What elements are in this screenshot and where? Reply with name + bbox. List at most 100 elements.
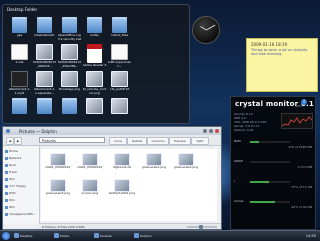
system-info-line: Uptime: 0:42: [234, 128, 254, 132]
usage-bar-row: / 47% of 15 GB: [234, 179, 312, 189]
split-button[interactable]: Split: [191, 137, 209, 145]
desktop-file-icon[interactable]: [7, 98, 32, 125]
back-button[interactable]: ◀: [6, 137, 14, 145]
desktop-file-icon[interactable]: cfe_pathE.tif: [107, 71, 132, 98]
file-item[interactable]: cta01_20090120_092.jpg: [77, 153, 103, 173]
desktop-file-label: 1.ods: [15, 61, 24, 64]
desktop-file-icon[interactable]: Birostage.png: [57, 71, 82, 98]
file-item[interactable]: digikam4.db: [109, 153, 135, 173]
usage-bar-value: 62% of 90 GB: [291, 205, 312, 209]
close-button[interactable]: [215, 129, 219, 133]
usage-bar-track: [250, 180, 290, 183]
details-view-button[interactable]: Details: [127, 137, 147, 145]
zoom-slider-handle[interactable]: [199, 225, 203, 229]
file-item[interactable]: cta01_20090120_091.jpg: [45, 153, 71, 173]
file-item[interactable]: screen.png: [77, 179, 103, 199]
sidebar-place-item[interactable]: Win: [5, 205, 15, 210]
desktop-file-icon[interactable]: 1.ods: [7, 44, 32, 71]
img-icon: [86, 98, 103, 114]
task-app-icon: [54, 233, 59, 238]
usage-bar-track: [250, 200, 290, 203]
place-icon: [5, 212, 8, 216]
file-label: twitter10001.png: [109, 192, 135, 195]
img-icon: [86, 71, 103, 87]
taskbar-task-button[interactable]: Desktop: [14, 233, 32, 240]
desktop-file-label: [58, 115, 82, 122]
file-item[interactable]: twitter10001.png: [109, 179, 135, 199]
desktop-file-label: OpenOffice.org 3.2 (en-US) Installation.…: [57, 34, 82, 41]
note-text[interactable]: Things to save: a lot on ubiquity and el…: [251, 48, 311, 56]
usage-bar-fill: [250, 140, 260, 143]
sidebar-place-label: Root: [9, 163, 16, 167]
kickoff-menu-icon[interactable]: [2, 232, 10, 240]
file-view: cta01_20090120_091.jpg cta01_20090120_092…: [41, 149, 217, 221]
desktop-file-icon[interactable]: matrix_files: [107, 17, 132, 44]
icons-view-button[interactable]: Icons: [109, 137, 127, 145]
task-label: Folder: [60, 233, 70, 238]
image-thumbnail-icon: [114, 153, 130, 166]
empty-slot: [132, 44, 157, 71]
window-titlebar[interactable]: Pictures — Dolphin: [3, 127, 221, 135]
breadcrumb[interactable]: Pictures: [39, 137, 105, 143]
folder-icon: [112, 17, 127, 33]
sidebar-place-item[interactable]: management65...: [5, 212, 36, 217]
desktop-file-icon[interactable]: OpenOffice.org 3.2 (en-US) Installation.…: [57, 17, 82, 44]
desktop-file-label: Birostage.png: [59, 88, 80, 91]
desktop-file-icon[interactable]: SCR/DCB09972_256x256...: [57, 44, 82, 71]
desktop-file-icon[interactable]: A/PP experiment...: [107, 44, 132, 71]
sidebar-place-item[interactable]: DVD: [5, 191, 16, 196]
desktop-file-label: [83, 115, 107, 122]
desktop-file-icon[interactable]: attachment-1.1.mp3: [7, 71, 32, 98]
desktop-file-icon[interactable]: gps: [7, 17, 32, 44]
sidebar-place-item[interactable]: Network: [5, 156, 22, 161]
desktop-file-icon[interactable]: kdebluetooth: [32, 17, 57, 44]
desktop-file-icon[interactable]: [32, 98, 57, 125]
file-item[interactable]: greenview1.png: [141, 153, 167, 173]
desktop-file-icon[interactable]: [57, 98, 82, 125]
sidebar-place-item[interactable]: 3.5" Floppy: [5, 184, 26, 189]
sidebar-place-item[interactable]: Trash: [5, 170, 17, 175]
zoom-slider[interactable]: [187, 225, 217, 229]
columns-view-button[interactable]: Columns: [147, 137, 169, 145]
taskbar-task-button[interactable]: Dolphin: [134, 233, 152, 240]
img-icon: [36, 44, 53, 60]
desktop-file-label: SCR/DCB09972_256x256...: [57, 61, 82, 68]
clock-minute-hand: [206, 24, 216, 31]
desktop-file-icon[interactable]: SCR/DCB09972_080225...: [32, 44, 57, 71]
desktop-file-label: kuitty: [90, 34, 99, 37]
taskbar-clock[interactable]: 14:55: [306, 232, 316, 240]
desktop-file-label: gps: [16, 34, 23, 37]
file-item[interactable]: greenview3.png: [45, 179, 71, 199]
file-item[interactable]: greenview2.png: [173, 153, 199, 173]
folder-icon: [62, 17, 77, 33]
desktop-file-label: [8, 115, 32, 122]
place-icon: [5, 163, 8, 167]
minimize-button[interactable]: [203, 129, 207, 133]
desktop-file-icon[interactable]: Adobe Reader 9: [82, 44, 107, 71]
desktop-file-icon[interactable]: bt_remote_control.png: [82, 71, 107, 98]
sidebar-place-item[interactable]: Root: [5, 163, 16, 168]
maximize-button[interactable]: [209, 129, 213, 133]
place-icon: [5, 205, 8, 209]
image-thumbnail-icon: [146, 153, 162, 166]
desktop-file-icon[interactable]: [82, 98, 107, 125]
desktop-file-icon[interactable]: kuitty: [82, 17, 107, 44]
sidebar-place-item[interactable]: Win: [5, 177, 15, 182]
task-app-icon: [134, 233, 139, 238]
folder-icon: [12, 98, 27, 114]
taskbar-task-button[interactable]: Folder: [54, 233, 69, 240]
place-icon: [5, 156, 8, 160]
sidebar-place-item[interactable]: Win: [5, 198, 15, 203]
sidebar-place-item[interactable]: Home: [5, 149, 18, 154]
sidebar-place-label: Home: [9, 149, 18, 153]
app-menu-icon[interactable]: [6, 129, 10, 133]
desktop-folder-widget: Desktop Folder gps kdebluetooth OpenOffice…: [2, 4, 190, 124]
cpu-graph-svg: [281, 116, 313, 127]
preview-button[interactable]: Preview: [169, 137, 191, 145]
sticky-note[interactable]: 2009-01-16 18:19 Things to save: a lot o…: [246, 38, 318, 92]
forward-button[interactable]: ▶: [14, 137, 22, 145]
taskbar-task-button[interactable]: Konsole: [94, 233, 112, 240]
desktop-file-icon[interactable]: [107, 98, 132, 125]
img-icon: [36, 71, 53, 87]
desktop-file-icon[interactable]: attachment-1.1.separate...: [32, 71, 57, 98]
